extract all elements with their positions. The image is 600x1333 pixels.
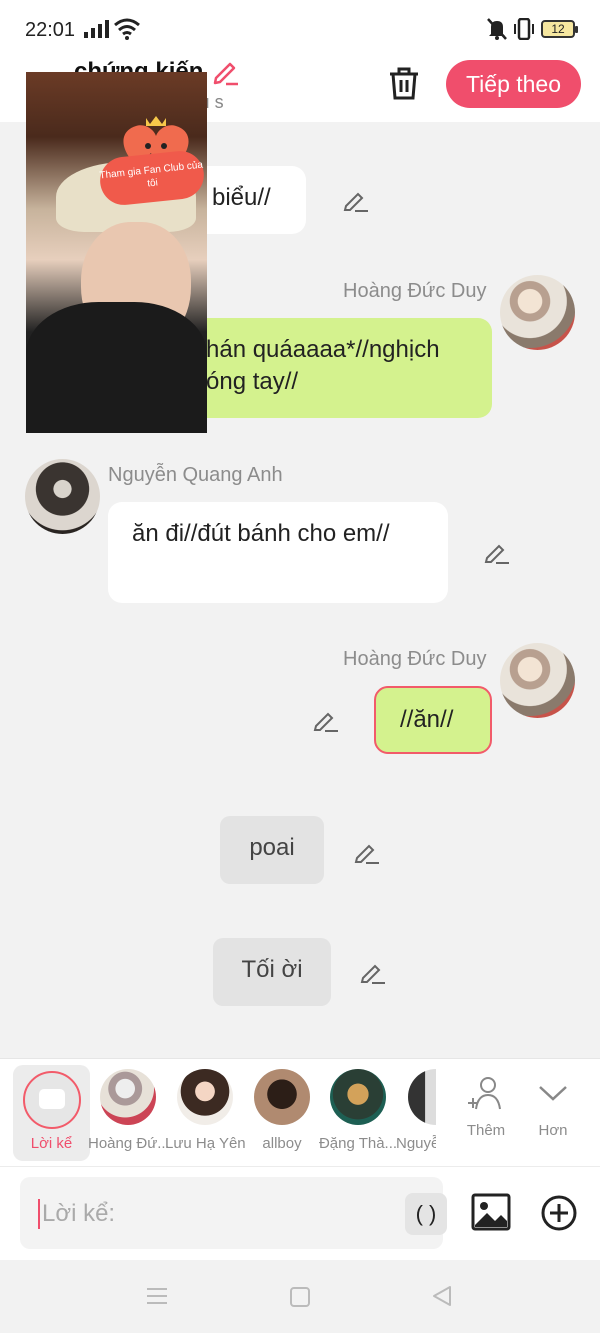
add-person-icon <box>468 1077 501 1110</box>
edit-message-icon[interactable] <box>343 188 369 212</box>
avatar[interactable] <box>500 643 575 718</box>
narration-bubble[interactable]: Tối ời <box>213 938 331 1006</box>
character-name: Đặng Thà... <box>318 1135 398 1152</box>
mute-bell-icon <box>487 18 507 40</box>
video-hoodie <box>26 302 207 433</box>
vibrate-icon <box>514 18 534 40</box>
trash-icon[interactable] <box>388 66 420 100</box>
narration-selector[interactable]: Lời kể <box>13 1065 90 1161</box>
avatar <box>177 1069 233 1125</box>
status-bar: 22:01 12 <box>0 0 600 56</box>
character-item[interactable]: allboy <box>242 1059 322 1152</box>
character-name: allboy <box>262 1135 302 1152</box>
avatar <box>254 1069 310 1125</box>
avatar[interactable] <box>500 275 575 350</box>
message-bubble[interactable]: hán quáaaaa*//nghịch óng tay// <box>180 318 492 418</box>
message-bubble[interactable]: ăn đi//đút bánh cho em// <box>108 502 448 603</box>
input-bar: Lời kể: ( ) <box>0 1166 600 1260</box>
sender-name: Hoàng Đức Duy <box>343 280 487 302</box>
avatar <box>408 1069 436 1125</box>
more-characters-button[interactable]: Hơn <box>523 1075 583 1139</box>
sender-name: Hoàng Đức Duy <box>343 648 487 670</box>
character-item[interactable]: Đặng Thà... <box>318 1059 398 1152</box>
edit-message-icon[interactable] <box>313 708 339 732</box>
system-nav-bar <box>0 1260 600 1333</box>
plus-icon[interactable] <box>541 1195 577 1231</box>
character-name: Hoàng Đứ... <box>88 1135 168 1152</box>
character-name: Nguyễ <box>396 1135 436 1152</box>
narration-icon <box>22 1071 81 1129</box>
edit-message-icon[interactable] <box>484 540 510 564</box>
character-name: Lưu Hạ Yên <box>165 1135 245 1152</box>
edit-message-icon[interactable] <box>360 960 386 984</box>
character-bar: Lời kể Hoàng Đứ... Lưu Hạ Yên allboy Đặn… <box>0 1058 600 1166</box>
image-icon[interactable] <box>471 1193 511 1231</box>
narration-input[interactable]: Lời kể: ( ) <box>20 1177 447 1249</box>
chevron-down-icon <box>539 1086 567 1101</box>
avatar <box>100 1069 156 1125</box>
narration-label: Lời kể <box>30 1135 73 1152</box>
wifi-icon <box>114 18 140 40</box>
menu-nav-icon[interactable] <box>146 1286 168 1306</box>
status-time: 22:01 <box>25 19 76 41</box>
avatar <box>330 1069 386 1125</box>
add-character-button[interactable]: Thêm <box>456 1075 516 1139</box>
signal-icon <box>84 20 109 38</box>
floating-video-overlay[interactable]: Tham gia Fan Club của tôi <box>26 72 207 433</box>
home-nav-icon[interactable] <box>290 1287 310 1307</box>
battery-icon: 12 <box>541 20 578 38</box>
text-cursor <box>38 1199 40 1229</box>
character-item[interactable]: Nguyễ <box>396 1059 436 1152</box>
character-item[interactable]: Lưu Hạ Yên <box>165 1059 245 1152</box>
sender-name: Nguyễn Quang Anh <box>108 464 283 486</box>
add-label: Thêm <box>466 1122 506 1139</box>
input-placeholder: Lời kể: <box>42 1200 116 1227</box>
message-bubble-selected[interactable]: //ăn// <box>374 686 492 754</box>
more-label: Hơn <box>538 1122 568 1139</box>
avatar[interactable] <box>25 459 100 534</box>
title-edit-icon[interactable] <box>212 58 240 86</box>
narration-bubble[interactable]: poai <box>220 816 324 884</box>
next-button[interactable]: Tiếp theo <box>446 60 581 108</box>
parentheses-button[interactable]: ( ) <box>405 1193 447 1235</box>
back-nav-icon[interactable] <box>431 1285 453 1307</box>
character-item[interactable]: Hoàng Đứ... <box>88 1059 168 1152</box>
edit-message-icon[interactable] <box>354 840 380 864</box>
